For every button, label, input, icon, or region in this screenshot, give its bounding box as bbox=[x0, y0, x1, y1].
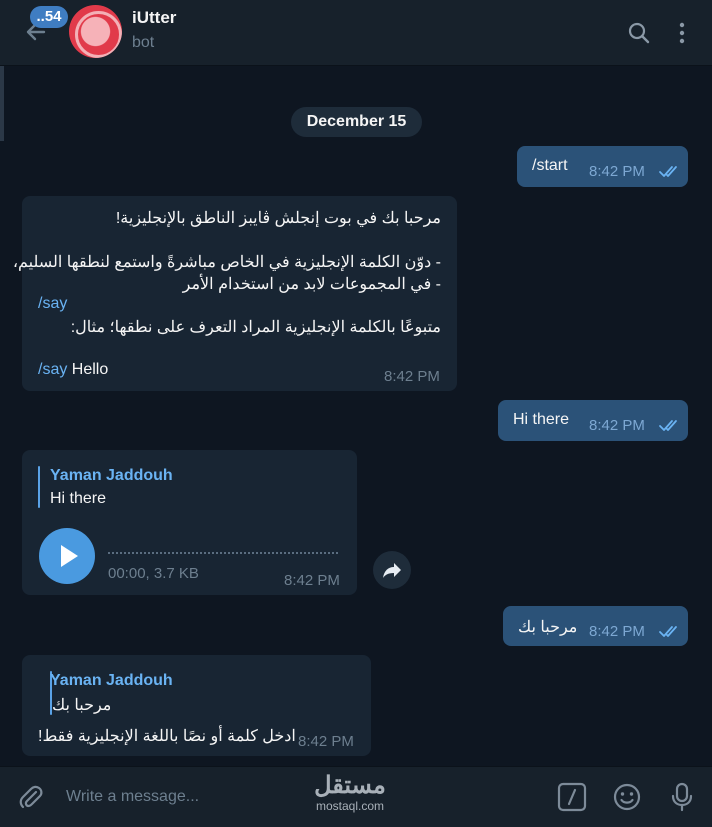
message-list[interactable]: December 15 /start 8:42 PM مرحبا بك في ب… bbox=[0, 66, 712, 766]
message-line[interactable]: مرحبا بك في بوت إنجلش ڤايبز الناطق بالإن… bbox=[116, 208, 441, 228]
message-time: 8:42 PM bbox=[298, 733, 354, 750]
message-line[interactable]: /say Hello bbox=[38, 361, 108, 379]
read-check-icon bbox=[659, 166, 677, 177]
reply-bar bbox=[38, 466, 40, 508]
outgoing-message[interactable]: Hi there 8:42 PM bbox=[498, 400, 688, 441]
message-time: 8:42 PM bbox=[589, 163, 645, 180]
message-text[interactable]: Hi there bbox=[513, 411, 569, 429]
slash-command-icon[interactable] bbox=[556, 781, 588, 813]
command-link[interactable]: /say bbox=[38, 361, 67, 378]
incoming-message[interactable]: مرحبا بك في بوت إنجلش ڤايبز الناطق بالإن… bbox=[13, 196, 457, 391]
message-time: 8:42 PM bbox=[589, 623, 645, 640]
message-text[interactable]: /start bbox=[532, 157, 568, 175]
play-button[interactable] bbox=[39, 528, 95, 584]
reply-text[interactable]: Hi there bbox=[50, 490, 106, 508]
watermark-latin: mostaql.com bbox=[315, 799, 385, 813]
voice-waveform[interactable] bbox=[108, 552, 338, 554]
message-time: 8:42 PM bbox=[589, 417, 645, 434]
read-check-icon bbox=[659, 626, 677, 637]
avatar[interactable] bbox=[69, 5, 122, 58]
outgoing-message[interactable]: /start 8:42 PM bbox=[517, 146, 688, 187]
message-line[interactable]: متبوعًا بالكلمة الإنجليزية المراد التعرف… bbox=[71, 317, 441, 337]
message-time: 8:42 PM bbox=[284, 572, 340, 589]
reply-author[interactable]: Yaman Jaddouh bbox=[50, 467, 173, 485]
command-link[interactable]: /say bbox=[38, 295, 67, 313]
paperclip-icon[interactable] bbox=[16, 783, 46, 813]
watermark-arabic: مستقل bbox=[314, 772, 386, 799]
unread-count-badge[interactable]: ..54 bbox=[30, 6, 68, 28]
chat-subtitle: bot bbox=[132, 34, 155, 51]
reply-text[interactable]: مرحبا بك bbox=[52, 695, 111, 715]
composer-bar: مستقل mostaql.com bbox=[0, 766, 712, 827]
play-icon bbox=[61, 545, 78, 567]
search-icon[interactable] bbox=[626, 20, 652, 46]
microphone-icon[interactable] bbox=[666, 781, 698, 813]
forward-icon bbox=[383, 563, 401, 578]
incoming-voice-message[interactable]: Yaman Jaddouh Hi there 00:00, 3.7 KB 8:4… bbox=[22, 450, 357, 595]
read-check-icon bbox=[659, 420, 677, 431]
command-argument: Hello bbox=[67, 361, 109, 378]
voice-duration: 00:00, 3.7 KB bbox=[108, 565, 199, 582]
forward-button[interactable] bbox=[373, 551, 411, 589]
incoming-message[interactable]: Yaman Jaddouh مرحبا بك ادخل كلمة أو نصًا… bbox=[22, 655, 371, 756]
date-separator: December 15 bbox=[291, 107, 422, 137]
emoji-icon[interactable] bbox=[611, 781, 643, 813]
outgoing-message[interactable]: مرحبا بك 8:42 PM bbox=[503, 606, 688, 646]
watermark: مستقل mostaql.com bbox=[298, 772, 402, 814]
message-text[interactable]: مرحبا بك bbox=[518, 617, 577, 637]
message-time: 8:42 PM bbox=[384, 368, 440, 385]
message-line[interactable]: - دوّن الكلمة الإنجليزية في الخاص مباشرة… bbox=[13, 252, 441, 272]
message-line[interactable]: - في المجموعات لابد من استخدام الأمر bbox=[183, 274, 441, 294]
chat-header: ..54 iUtter bot bbox=[0, 0, 712, 66]
more-vertical-icon[interactable] bbox=[669, 20, 695, 46]
chat-title[interactable]: iUtter bbox=[132, 8, 176, 28]
message-text[interactable]: ادخل كلمة أو نصًا باللغة الإنجليزية فقط! bbox=[38, 726, 296, 746]
reply-author[interactable]: Yaman Jaddouh bbox=[50, 672, 173, 690]
